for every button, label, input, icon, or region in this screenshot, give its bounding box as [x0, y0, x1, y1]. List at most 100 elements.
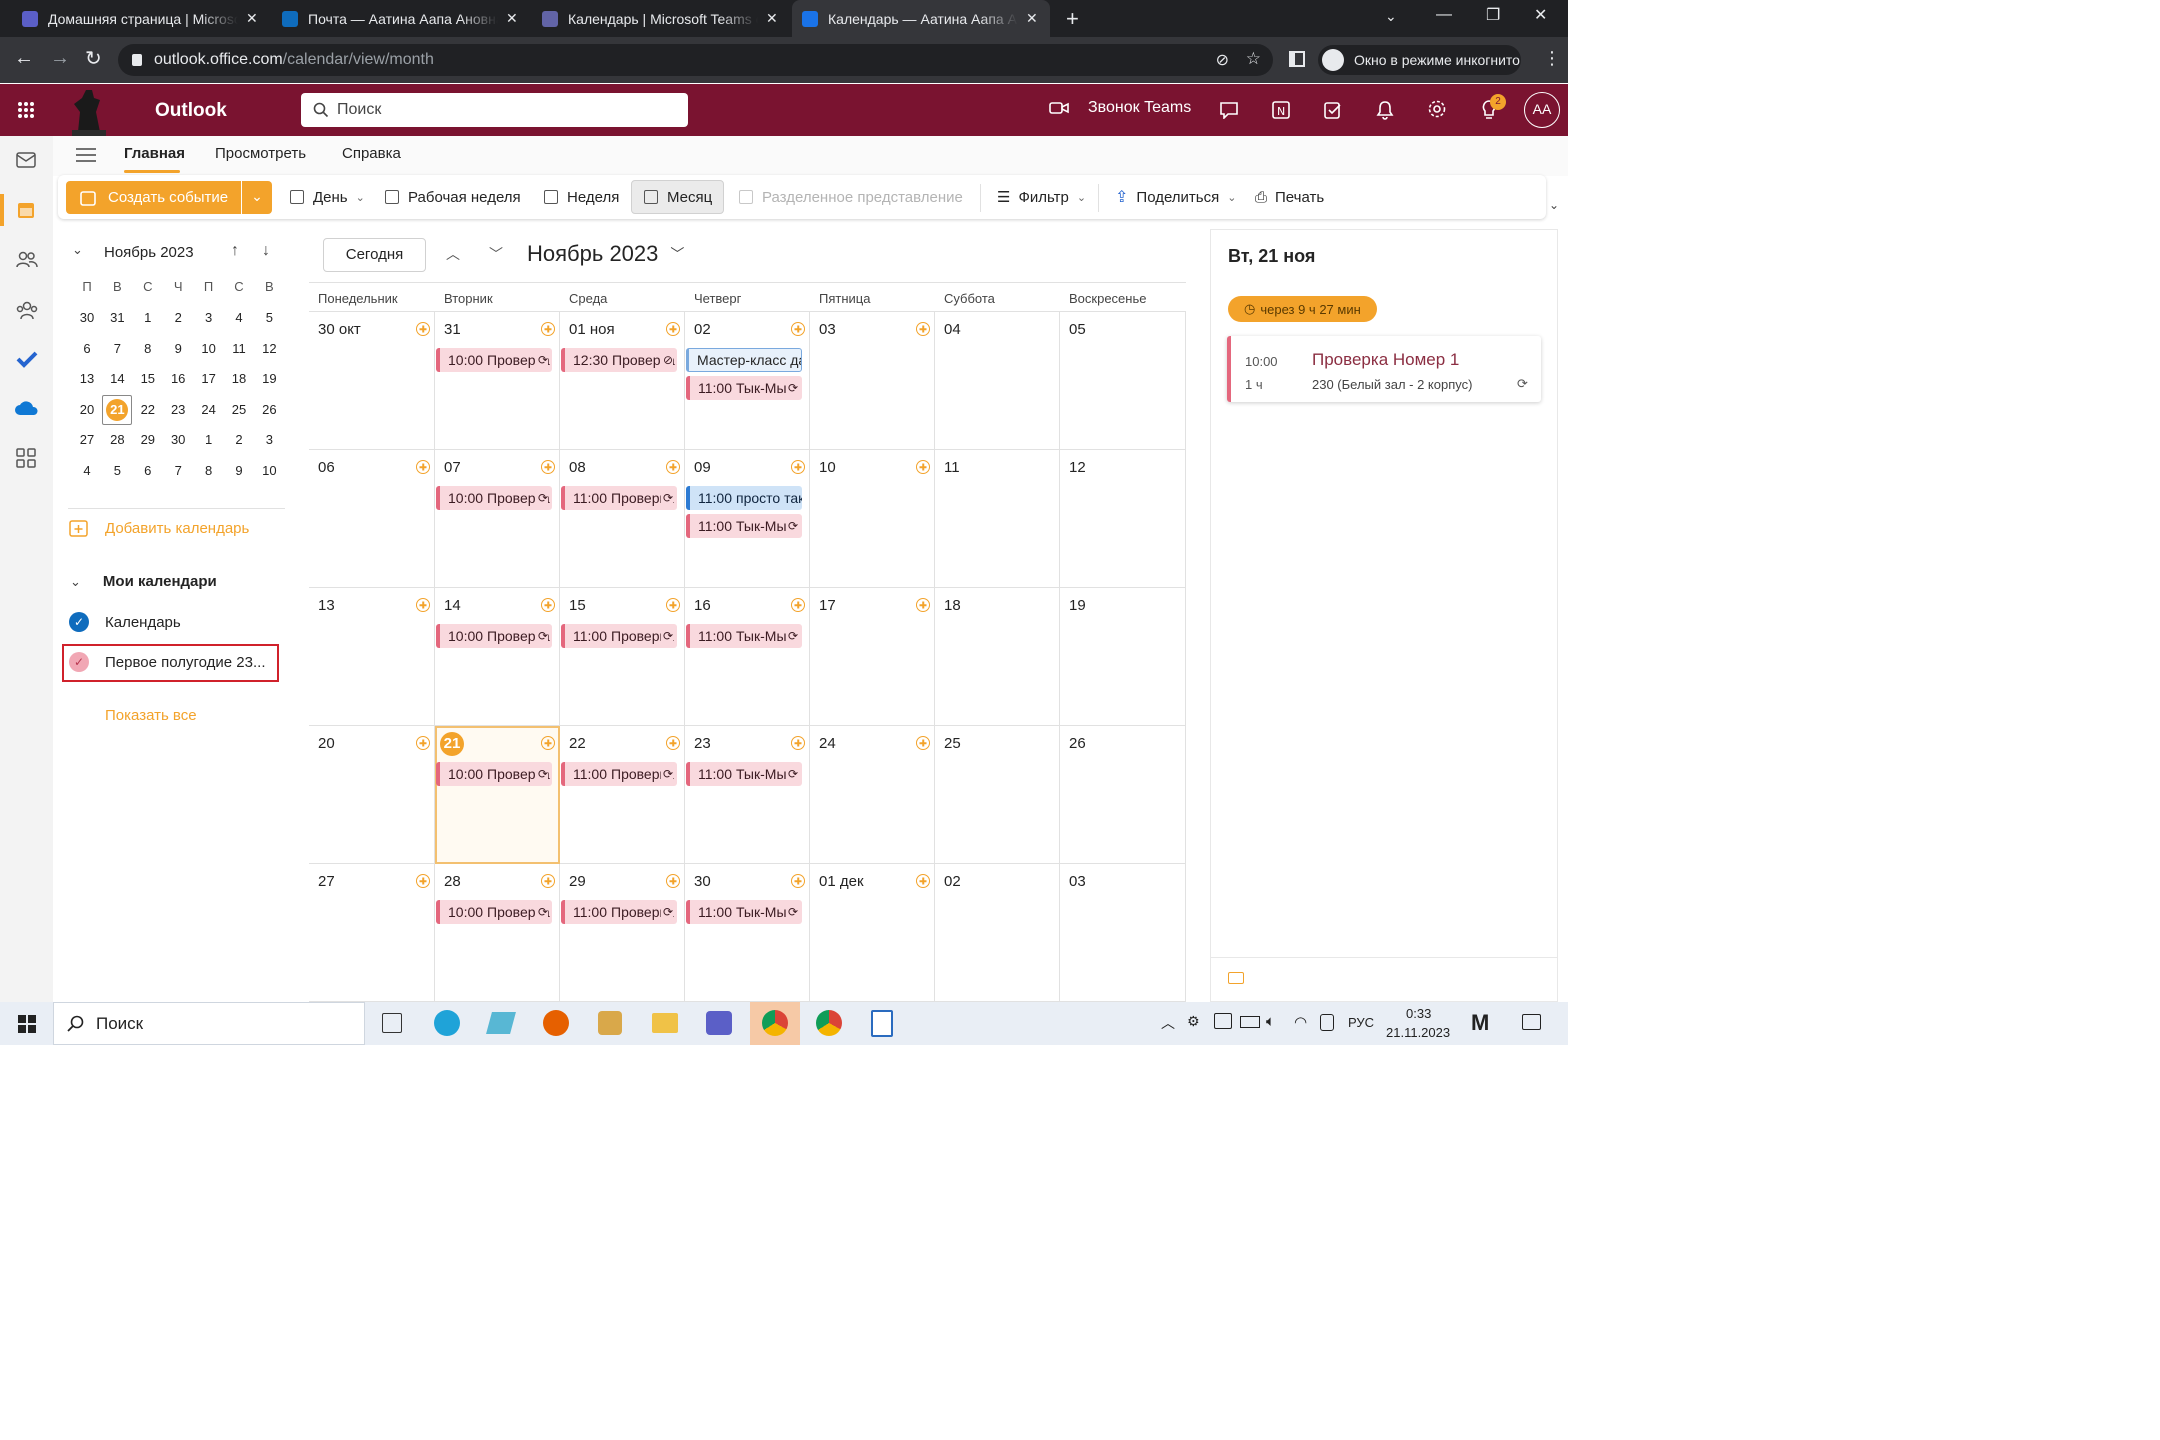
calendar-event[interactable]: 10:00Проверка Номер 1⟳	[436, 348, 552, 372]
tab-search-icon[interactable]: ⌄	[1385, 8, 1397, 25]
day-number[interactable]: 31	[444, 321, 461, 338]
minicalendar-day[interactable]: 3	[254, 432, 284, 447]
calendar-event[interactable]: Мастер-класс даже	[686, 348, 802, 372]
groups-icon[interactable]	[16, 300, 38, 320]
day-number[interactable]: 30	[694, 873, 711, 890]
close-window-button[interactable]: ✕	[1534, 5, 1547, 25]
view-month-button[interactable]: Месяц	[631, 180, 724, 214]
calendar-item-main[interactable]: ✓ Календарь	[69, 612, 181, 632]
minicalendar-day[interactable]: 5	[102, 463, 132, 478]
minicalendar-day[interactable]: 1	[194, 432, 224, 447]
minicalendar-day[interactable]: 29	[133, 432, 163, 447]
minicalendar-day[interactable]: 21	[102, 394, 133, 425]
tab-view[interactable]: Просмотреть	[215, 145, 306, 162]
windows-start-icon[interactable]	[18, 1015, 36, 1033]
bookmark-star-icon[interactable]: ☆	[1246, 49, 1261, 69]
minicalendar-day[interactable]: 20	[72, 402, 102, 417]
taskbar-search[interactable]: Поиск	[53, 1002, 365, 1045]
app-launcher-icon[interactable]	[17, 101, 35, 119]
minicalendar-day[interactable]: 7	[163, 463, 193, 478]
day-number[interactable]: 29	[569, 873, 586, 890]
new-tab-button[interactable]: +	[1066, 6, 1079, 32]
collapse-ribbon-icon[interactable]: ⌄	[1549, 198, 1559, 212]
minicalendar-day[interactable]: 22	[133, 402, 163, 417]
today-button[interactable]: Сегодня	[323, 238, 426, 272]
add-event-icon[interactable]	[541, 598, 555, 612]
day-number[interactable]: 17	[819, 597, 836, 614]
minicalendar-day[interactable]: 18	[224, 371, 254, 386]
minicalendar-day[interactable]: 2	[224, 432, 254, 447]
add-event-icon[interactable]	[416, 736, 430, 750]
previous-month-arrow-icon[interactable]: ↑	[231, 242, 239, 260]
minicalendar-day[interactable]: 17	[194, 371, 224, 386]
minicalendar-day[interactable]: 25	[224, 402, 254, 417]
avatar[interactable]: АА	[1524, 92, 1560, 128]
add-event-icon[interactable]	[416, 322, 430, 336]
minicalendar-day[interactable]: 26	[254, 402, 284, 417]
close-tab-icon[interactable]: ✕	[246, 10, 258, 27]
teams-call-button[interactable]: Звонок Teams	[1049, 99, 1191, 117]
minicalendar-day[interactable]: 30	[72, 310, 102, 325]
close-tab-icon[interactable]: ✕	[506, 10, 518, 27]
view-day-button[interactable]: День ⌄	[282, 180, 373, 214]
day-number[interactable]: 20	[318, 735, 335, 752]
back-button[interactable]: ←	[14, 47, 34, 70]
more-apps-icon[interactable]	[16, 448, 36, 468]
calendar-event[interactable]: 11:00 просто так	[686, 486, 802, 510]
minicalendar-day[interactable]: 9	[163, 341, 193, 356]
add-calendar-button[interactable]: Добавить календарь	[69, 519, 249, 537]
calendar-event[interactable]: 12:30 Проверка ⊘	[561, 348, 677, 372]
minicalendar-day[interactable]: 27	[72, 432, 102, 447]
my-calendars-group[interactable]: ⌄ Мои календари	[70, 573, 217, 590]
minicalendar-day[interactable]: 23	[163, 402, 193, 417]
people-icon[interactable]	[16, 250, 38, 268]
settings-sliders-icon[interactable]: ⚙	[1187, 1013, 1200, 1030]
battery-icon[interactable]	[1240, 1016, 1260, 1028]
day-number[interactable]: 05	[1069, 321, 1086, 338]
minicalendar-day[interactable]: 11	[224, 341, 254, 356]
add-event-icon[interactable]	[666, 598, 680, 612]
add-event-icon[interactable]	[916, 322, 930, 336]
minicalendar-day[interactable]: 3	[194, 310, 224, 325]
tab-home[interactable]: Главная	[124, 145, 185, 162]
split-view-button[interactable]: Разделенное представление	[731, 180, 971, 214]
forward-button[interactable]: →	[50, 47, 70, 70]
onenote-icon[interactable]: N	[1271, 100, 1291, 120]
minicalendar-day[interactable]: 1	[133, 310, 163, 325]
next-arrow-icon[interactable]: ﹀	[489, 244, 503, 264]
month-title[interactable]: Ноябрь 2023 ﹀	[527, 241, 684, 267]
minicalendar-day[interactable]: 13	[72, 371, 102, 386]
previous-arrow-icon[interactable]: ︿	[446, 244, 460, 264]
minicalendar-day[interactable]: 19	[254, 371, 284, 386]
minicalendar-day[interactable]: 24	[194, 402, 224, 417]
paint-icon[interactable]	[598, 1011, 622, 1035]
calendar-event[interactable]: 11:00 Тык-Мык ⟳	[686, 376, 802, 400]
add-event-icon[interactable]	[666, 460, 680, 474]
add-event-icon[interactable]	[916, 598, 930, 612]
calendar-icon[interactable]	[16, 200, 36, 220]
day-number[interactable]: 01 дек	[819, 873, 864, 890]
document-icon[interactable]	[871, 1010, 893, 1037]
day-number[interactable]: 24	[819, 735, 836, 752]
tab-help[interactable]: Справка	[342, 145, 401, 162]
chrome-icon[interactable]	[762, 1010, 788, 1036]
day-number[interactable]: 19	[1069, 597, 1086, 614]
minicalendar-day[interactable]: 4	[72, 463, 102, 478]
day-number[interactable]: 03	[819, 321, 836, 338]
add-event-icon[interactable]	[791, 460, 805, 474]
agenda-event-card[interactable]: 10:00 1 ч Проверка Номер 1 230 (Белый за…	[1227, 336, 1541, 402]
app-name[interactable]: Outlook	[155, 100, 227, 122]
new-event-dropdown-button[interactable]: ⌄	[242, 181, 272, 214]
restore-window-button[interactable]: ❐	[1486, 5, 1500, 25]
input-language[interactable]: РУС	[1348, 1015, 1374, 1030]
day-number[interactable]: 04	[944, 321, 961, 338]
day-number[interactable]: 27	[318, 873, 335, 890]
day-number[interactable]: 02	[944, 873, 961, 890]
day-number[interactable]: 12	[1069, 459, 1086, 476]
calendar-event[interactable]: 10:00Проверка Номер 1⟳	[436, 900, 552, 924]
minicalendar-day[interactable]: 9	[224, 463, 254, 478]
day-number[interactable]: 30 окт	[318, 321, 361, 338]
add-event-icon[interactable]	[541, 736, 555, 750]
firefox-icon[interactable]	[543, 1010, 569, 1036]
add-event-icon[interactable]	[791, 874, 805, 888]
